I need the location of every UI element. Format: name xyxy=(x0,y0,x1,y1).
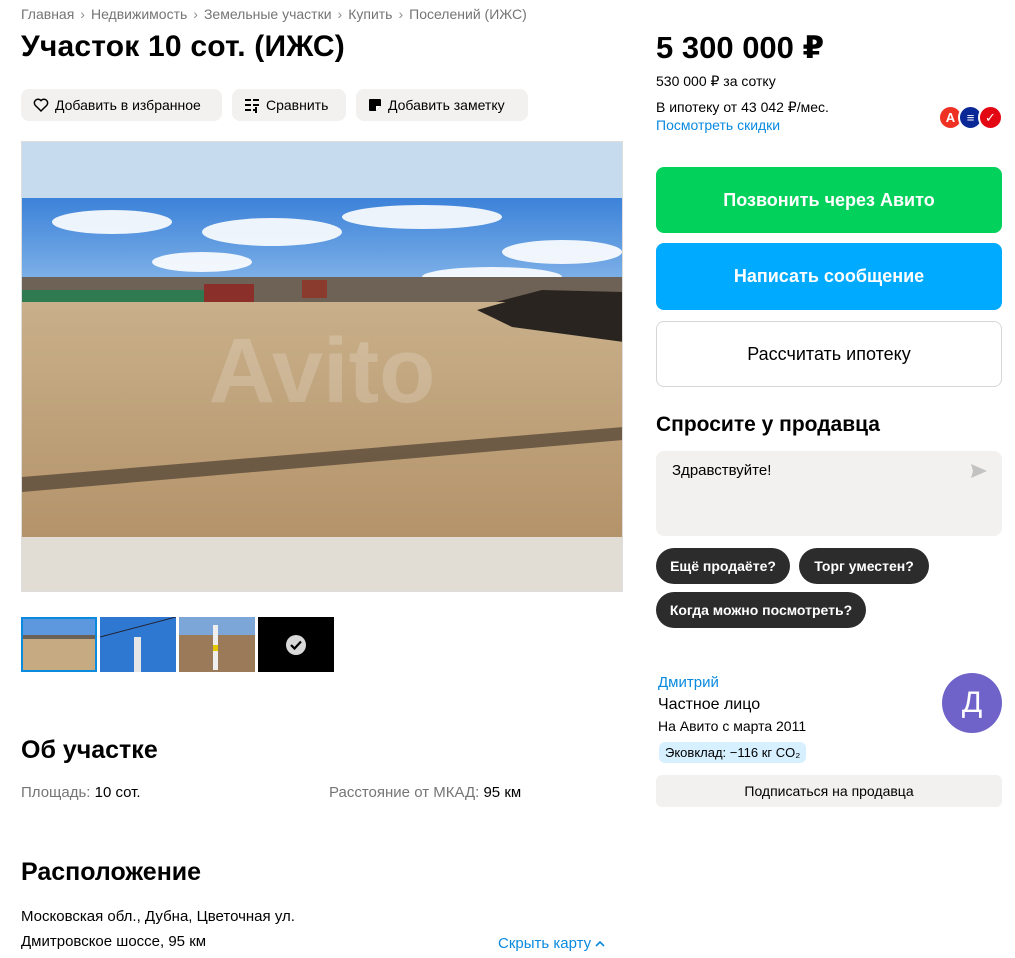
ask-seller-heading: Спросите у продавца xyxy=(656,413,880,436)
quick-question-chip[interactable]: Торг уместен? xyxy=(799,548,929,584)
quick-question-chip[interactable]: Ещё продаёте? xyxy=(656,548,790,584)
add-favorite-label: Добавить в избранное xyxy=(55,97,201,113)
highway-text: Дмитровское шоссе, 95 км xyxy=(21,933,207,950)
add-favorite-button[interactable]: Добавить в избранное xyxy=(21,89,222,121)
watermark-text: Avito xyxy=(209,320,436,422)
distance-key: Расстояние от МКАД: xyxy=(329,784,484,801)
send-icon[interactable] xyxy=(970,463,988,484)
breadcrumb-home[interactable]: Главная xyxy=(21,6,74,22)
seller-since: На Авито с марта 2011 xyxy=(658,718,807,734)
seller-name-link[interactable]: Дмитрий xyxy=(658,674,719,691)
price-per-sotka: 530 000 ₽ за сотку xyxy=(656,73,776,89)
photo-thumbnail-3[interactable] xyxy=(179,617,255,672)
eco-badge[interactable]: Эковклад: −116 кг CO₂ xyxy=(659,742,807,763)
note-icon xyxy=(368,98,382,112)
breadcrumb-izhs[interactable]: Поселений (ИЖС) xyxy=(409,6,527,22)
add-note-button[interactable]: Добавить заметку xyxy=(356,89,528,121)
about-heading: Об участке xyxy=(21,736,158,764)
page-title: Участок 10 сот. (ИЖС) xyxy=(21,30,345,63)
distance-property: Расстояние от МКАД: 95 км xyxy=(329,784,521,801)
photo-thumbnail-2[interactable] xyxy=(100,617,176,672)
call-button[interactable]: Позвонить через Авито xyxy=(656,167,1002,233)
add-note-label: Добавить заметку xyxy=(388,97,505,113)
message-input-value: Здравствуйте! xyxy=(672,462,772,479)
distance-value: 95 км xyxy=(483,784,522,801)
area-value: 10 сот. xyxy=(94,784,141,801)
chevron-up-icon xyxy=(595,935,605,952)
compare-icon xyxy=(244,97,260,113)
discounts-link[interactable]: Посмотреть скидки xyxy=(656,117,780,133)
area-property: Площадь: 10 сот. xyxy=(21,784,141,801)
main-photo[interactable]: Avito xyxy=(21,141,623,592)
hide-map-label: Скрыть карту xyxy=(498,935,592,952)
mortgage-calc-button[interactable]: Рассчитать ипотеку xyxy=(656,321,1002,387)
hide-map-link[interactable]: Скрыть карту xyxy=(498,935,605,952)
sovcombank-icon: ✓ xyxy=(978,105,1003,130)
area-key: Площадь: xyxy=(21,784,95,801)
photo-thumbnail-1[interactable] xyxy=(21,617,97,672)
price: 5 300 000 ₽ xyxy=(656,30,825,65)
heart-icon xyxy=(33,97,49,113)
seller-type: Частное лицо xyxy=(658,696,761,713)
compare-button[interactable]: Сравнить xyxy=(232,89,346,121)
breadcrumb-real-estate[interactable]: Недвижимость xyxy=(91,6,187,22)
mortgage-text: В ипотеку от 43 042 ₽/мес. xyxy=(656,99,829,115)
message-button[interactable]: Написать сообщение xyxy=(656,243,1002,310)
avatar[interactable]: Д xyxy=(942,673,1002,733)
address-text: Московская обл., Дубна, Цветочная ул. xyxy=(21,908,295,925)
location-heading: Расположение xyxy=(21,858,202,886)
breadcrumb: Главная › Недвижимость › Земельные участ… xyxy=(21,6,527,22)
badge-icon xyxy=(285,634,307,656)
breadcrumb-separator: › xyxy=(398,6,404,22)
breadcrumb-separator: › xyxy=(80,6,85,22)
subscribe-button[interactable]: Подписаться на продавца xyxy=(656,775,1002,807)
breadcrumb-land[interactable]: Земельные участки xyxy=(204,6,332,22)
quick-question-chip[interactable]: Когда можно посмотреть? xyxy=(656,592,866,628)
more-photos-thumbnail[interactable] xyxy=(258,617,334,672)
breadcrumb-separator: › xyxy=(337,6,343,22)
compare-label: Сравнить xyxy=(266,97,329,113)
breadcrumb-buy[interactable]: Купить xyxy=(348,6,392,22)
breadcrumb-separator: › xyxy=(193,6,198,22)
